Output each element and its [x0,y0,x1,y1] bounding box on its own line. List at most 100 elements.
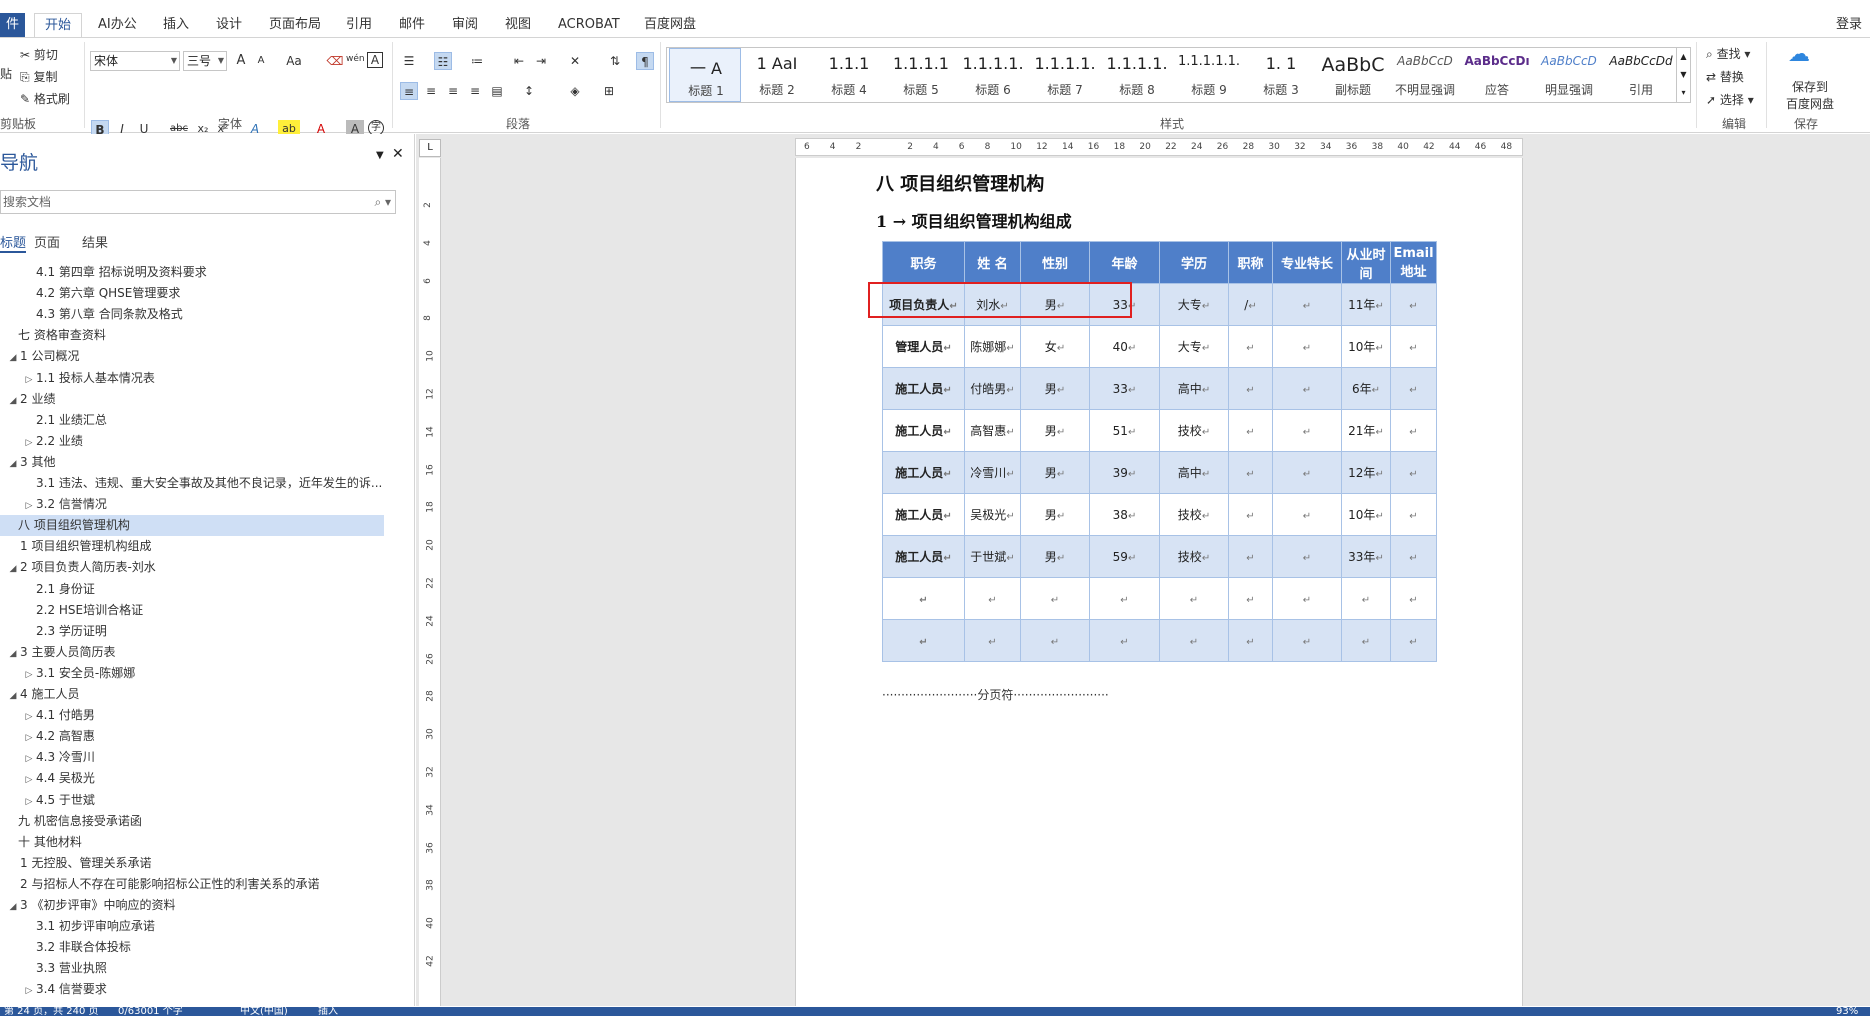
table-cell[interactable]: 38↵ [1089,493,1160,536]
table-cell[interactable]: 男↵ [1020,493,1090,536]
paste-button[interactable]: 贴 [0,65,12,82]
table-cell[interactable]: ↵ [1272,325,1342,368]
table-cell[interactable]: 高中↵ [1159,367,1229,410]
multilevel-list-icon[interactable]: ≔ [468,52,486,70]
numbering-icon[interactable]: ☷ [434,52,452,70]
table-cell[interactable]: ↵ [1159,619,1229,662]
table-cell[interactable]: 技校↵ [1159,535,1229,578]
nav-heading-item[interactable]: ▷ 4.4 吴极光 [0,768,384,789]
table-cell[interactable]: ↵ [1390,367,1437,410]
nav-heading-item[interactable]: ◢ 3 主要人员简历表 [0,642,384,663]
expanded-triangle-icon[interactable]: ◢ [6,559,20,578]
collapsed-triangle-icon[interactable]: ▷ [22,792,36,811]
char-border-icon[interactable]: A [367,52,383,68]
grow-font-icon[interactable]: A [232,52,250,70]
tab-stop-selector[interactable]: L [419,139,441,157]
table-cell[interactable]: ↵ [1228,451,1273,494]
table-header-cell[interactable]: 职务 [882,241,965,284]
nav-heading-item[interactable]: ▷ 4.2 高智惠 [0,726,384,747]
nav-heading-item[interactable]: ▷ 3.1 安全员-陈娜娜 [0,663,384,684]
table-cell[interactable]: 21年↵ [1341,409,1391,452]
shrink-font-icon[interactable]: A [252,52,270,70]
sort-icon[interactable]: ⇅ [606,52,624,70]
login-link[interactable]: 登录 [1836,13,1862,37]
table-cell[interactable]: 大专↵ [1159,283,1229,326]
table-cell[interactable]: ↵ [1272,577,1342,620]
table-cell[interactable]: ↵ [1390,283,1437,326]
tab-home[interactable]: 开始 [34,13,83,37]
nav-heading-item[interactable]: 3.3 营业执照 [0,958,384,979]
table-cell[interactable]: ↵ [1272,493,1342,536]
tab-design[interactable]: 设计 [216,13,242,37]
nav-tab-headings[interactable]: 标题 [0,232,27,253]
nav-heading-item[interactable]: 2.1 身份证 [0,579,384,600]
collapsed-triangle-icon[interactable]: ▷ [22,370,36,389]
save-to-baidu-button[interactable]: 保存到 百度网盘 [1786,78,1834,112]
increase-indent-icon[interactable]: ⇥ [532,52,550,70]
page-count[interactable]: 第 24 页，共 240 页 [4,1007,99,1017]
expanded-triangle-icon[interactable]: ◢ [6,897,20,916]
word-count[interactable]: 0/63001 个字 [118,1007,183,1017]
table-cell[interactable]: 59↵ [1089,535,1160,578]
format-painter-button[interactable]: ✎ 格式刷 [20,90,70,107]
table-cell[interactable]: ↵ [964,577,1021,620]
table-cell[interactable]: ↵ [1272,451,1342,494]
tab-insert[interactable]: 插入 [163,13,189,37]
nav-heading-item[interactable]: 2.2 HSE培训合格证 [0,600,384,621]
table-cell[interactable]: ↵ [882,619,965,662]
gallery-scroll[interactable]: ▲ ▼ ▾ [1676,48,1690,102]
table-cell[interactable]: ↵ [1228,493,1273,536]
nav-heading-item[interactable]: ▷ 1.1 投标人基本情况表 [0,368,384,389]
distributed-icon[interactable]: ▤ [488,82,506,100]
style-heading-7[interactable]: 1.1.1.1. 标题 7 [1029,48,1101,102]
style-subtle-emphasis[interactable]: AaBbCcD 不明显强调 [1389,48,1461,102]
table-cell[interactable]: ↵ [1390,619,1437,662]
table-header-cell[interactable]: 性别 [1020,241,1090,284]
table-header-cell[interactable]: 职称 [1228,241,1273,284]
nav-heading-item[interactable]: 4.3 第八章 合同条款及格式 [0,304,384,325]
style-quote[interactable]: AaBbCcDd 引用 [1605,48,1677,102]
expanded-triangle-icon[interactable]: ◢ [6,686,20,705]
table-cell[interactable]: 管理人员↵ [882,325,965,368]
nav-heading-item[interactable]: 2 与招标人不存在可能影响招标公正性的利害关系的承诺 [0,874,384,895]
table-cell[interactable]: ↵ [1390,325,1437,368]
heading-level-1[interactable]: 八 项目组织管理机构 [876,170,1044,196]
expanded-triangle-icon[interactable]: ◢ [6,644,20,663]
nav-options-icon[interactable]: ▼ [376,150,384,161]
justify-icon[interactable]: ≡ [466,82,484,100]
table-cell[interactable]: 女↵ [1020,325,1090,368]
show-marks-icon[interactable]: ¶ [636,52,654,70]
nav-heading-item[interactable]: 九 机密信息接受承诺函 [0,811,384,832]
align-center-icon[interactable]: ≡ [422,82,440,100]
table-cell[interactable]: 51↵ [1089,409,1160,452]
heading-level-2[interactable]: 1 → 项目组织管理机构组成 [876,208,1072,232]
table-cell[interactable]: ↵ [964,619,1021,662]
nav-heading-item[interactable]: 七 资格审查资料 [0,325,384,346]
tab-file[interactable]: 件 [0,13,26,37]
change-case-icon[interactable]: Aa [282,52,306,70]
shading-icon[interactable]: ◈ [566,82,584,100]
expanded-triangle-icon[interactable]: ◢ [6,391,20,410]
table-cell[interactable]: 施工人员↵ [882,493,965,536]
table-cell[interactable]: 技校↵ [1159,409,1229,452]
style-heading-8[interactable]: 1.1.1.1. 标题 8 [1101,48,1173,102]
table-cell[interactable]: ↵ [1228,325,1273,368]
collapsed-triangle-icon[interactable]: ▷ [22,770,36,789]
style-heading-4[interactable]: 1.1.1 标题 4 [813,48,885,102]
decrease-indent-icon[interactable]: ⇤ [510,52,528,70]
bullets-icon[interactable]: ☰ [400,52,418,70]
tab-layout[interactable]: 页面布局 [269,13,321,37]
table-cell[interactable]: 冷雪川↵ [964,451,1021,494]
table-cell[interactable]: ↵ [1390,451,1437,494]
font-name-combo[interactable]: 宋体 ▼ [90,51,180,71]
table-header-cell[interactable]: 年龄 [1089,241,1160,284]
expanded-triangle-icon[interactable]: ◢ [6,454,20,473]
nav-heading-item[interactable]: 3.1 初步评审响应承诺 [0,916,384,937]
nav-heading-item[interactable]: 八 项目组织管理机构 [0,515,384,537]
collapsed-triangle-icon[interactable]: ▷ [22,665,36,684]
table-cell[interactable]: ↵ [1089,577,1160,620]
table-cell[interactable]: 施工人员↵ [882,367,965,410]
table-cell[interactable]: 施工人员↵ [882,535,965,578]
table-cell[interactable]: ↵ [1341,577,1391,620]
vertical-ruler[interactable]: 2 4 6 8 10 12 14 16 18 20 22 24 26 28 30 32 34 36 38 40 42 [419,158,441,1006]
